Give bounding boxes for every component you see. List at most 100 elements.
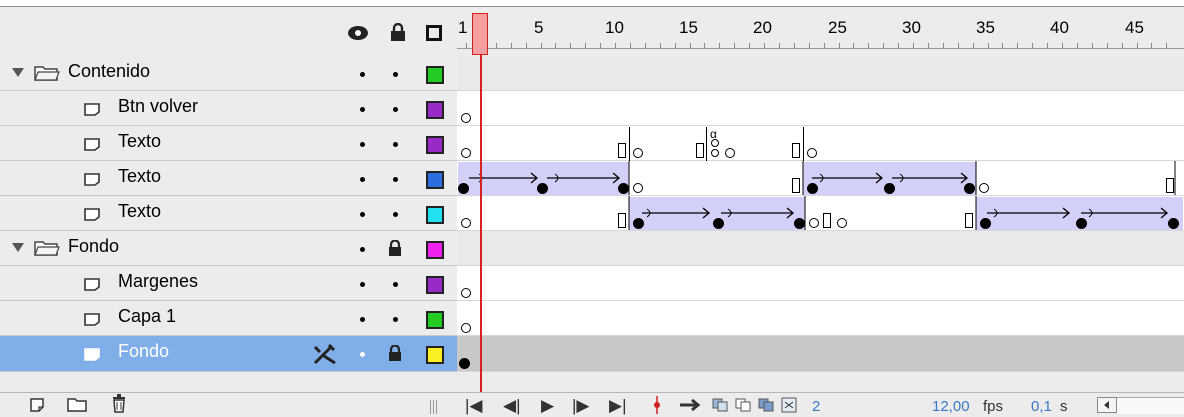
layer-name[interactable]: Fondo [68,236,119,257]
layer-row-margenes[interactable]: Margenes [0,266,457,301]
empty-keyframe[interactable] [809,218,819,228]
keyframe[interactable] [1076,218,1087,229]
empty-keyframe[interactable] [461,288,471,298]
end-frame-marker[interactable] [792,178,800,193]
layer-color-swatch[interactable] [426,101,444,119]
layer-name[interactable]: Margenes [118,271,198,292]
horizontal-scrollbar-track[interactable] [1117,397,1184,414]
eye-icon[interactable] [347,24,369,42]
new-folder-icon[interactable] [67,398,87,412]
keyframe[interactable] [964,183,975,194]
keyframe[interactable] [537,183,548,194]
empty-keyframe[interactable] [461,113,471,123]
keyframe[interactable] [794,218,805,229]
lock-icon[interactable] [388,240,402,256]
layer-name[interactable]: Texto [118,166,161,187]
empty-keyframe[interactable] [979,183,989,193]
keyframe[interactable] [633,218,644,229]
end-frame-marker[interactable] [1166,178,1174,193]
visibility-dot[interactable] [360,72,365,77]
timeline-row-contenido[interactable] [457,56,1184,91]
timeline-row-margenes[interactable] [457,266,1184,301]
timeline-row-texto[interactable] [457,126,1184,161]
timeline-row-fondo[interactable] [457,336,1184,372]
layer-name[interactable]: Btn volver [118,96,198,117]
layer-row-texto[interactable]: Texto [0,196,457,231]
timeline-row-capa-1[interactable] [457,301,1184,336]
empty-keyframe[interactable] [725,148,735,158]
trash-icon[interactable] [112,394,126,413]
empty-keyframe[interactable] [633,148,643,158]
end-frame-marker[interactable] [965,213,973,228]
frame-rate-value[interactable]: 12,00 [932,398,970,415]
lock-dot[interactable] [393,282,398,287]
lock-dot[interactable] [393,317,398,322]
layer-color-swatch[interactable] [426,346,444,364]
layer-color-swatch[interactable] [426,66,444,84]
lock-icon[interactable] [388,345,402,361]
first-frame-button[interactable]: |◀ [465,396,483,416]
collapse-triangle-icon[interactable] [12,68,24,77]
empty-keyframe[interactable] [633,183,643,193]
end-frame-marker[interactable] [618,213,626,228]
lock-dot[interactable] [393,142,398,147]
lock-dot[interactable] [393,107,398,112]
layer-color-swatch[interactable] [426,206,444,224]
keyframe[interactable] [1168,218,1179,229]
keyframe[interactable] [459,358,470,369]
layer-name[interactable]: Fondo [118,341,169,362]
edit-multiple-frames-icon[interactable] [758,398,774,412]
outline-square-icon[interactable] [426,25,442,41]
onion-skin-icon[interactable] [712,398,728,412]
loop-icon[interactable] [678,399,702,411]
end-frame-marker[interactable] [696,143,704,158]
layer-row-fondo-folder[interactable]: Fondo [0,231,457,266]
new-layer-icon[interactable] [30,397,46,413]
lock-dot[interactable] [393,72,398,77]
layer-name[interactable]: Capa 1 [118,306,176,327]
visibility-dot[interactable] [360,317,365,322]
layer-name[interactable]: Texto [118,201,161,222]
layer-row-btn-volver[interactable]: Btn volver [0,91,457,126]
step-forward-button[interactable]: |▶ [572,396,590,416]
lock-icon[interactable] [390,23,406,42]
step-back-button[interactable]: ◀| [503,396,521,416]
layer-color-swatch[interactable] [426,276,444,294]
layer-row-contenido[interactable]: Contenido [0,56,457,91]
layer-name[interactable]: Texto [118,131,161,152]
end-frame-marker[interactable] [823,213,831,228]
timeline-row-fondo-folder[interactable] [457,231,1184,266]
visibility-dot[interactable] [360,247,365,252]
scroll-left-button[interactable] [1097,397,1117,413]
visibility-dot[interactable] [360,352,365,357]
layer-color-swatch[interactable] [426,136,444,154]
layer-row-texto[interactable]: Texto [0,126,457,161]
visibility-dot[interactable] [360,212,365,217]
keyframe[interactable] [884,183,895,194]
onion-skin-outlines-icon[interactable] [735,398,751,412]
visibility-dot[interactable] [360,107,365,112]
layer-row-texto[interactable]: Texto [0,161,457,196]
end-frame-marker[interactable] [618,143,626,158]
layer-color-swatch[interactable] [426,171,444,189]
keyframe[interactable] [713,218,724,229]
keyframe[interactable] [807,183,818,194]
last-frame-button[interactable]: ▶| [609,396,627,416]
lock-dot[interactable] [393,212,398,217]
modify-markers-icon[interactable] [781,397,797,413]
keyframe[interactable] [618,183,629,194]
visibility-dot[interactable] [360,142,365,147]
visibility-dot[interactable] [360,177,365,182]
end-frame-marker[interactable] [792,143,800,158]
visibility-dot[interactable] [360,282,365,287]
empty-keyframe[interactable] [711,149,719,157]
empty-keyframe[interactable] [837,218,847,228]
empty-keyframe[interactable] [461,323,471,333]
empty-keyframe[interactable] [711,139,719,147]
empty-keyframe[interactable] [461,148,471,158]
playhead-handle[interactable] [472,13,488,55]
layer-color-swatch[interactable] [426,311,444,329]
layer-name[interactable]: Contenido [68,61,150,82]
layer-row-fondo-selected[interactable]: Fondo [0,336,457,372]
empty-keyframe[interactable] [807,148,817,158]
